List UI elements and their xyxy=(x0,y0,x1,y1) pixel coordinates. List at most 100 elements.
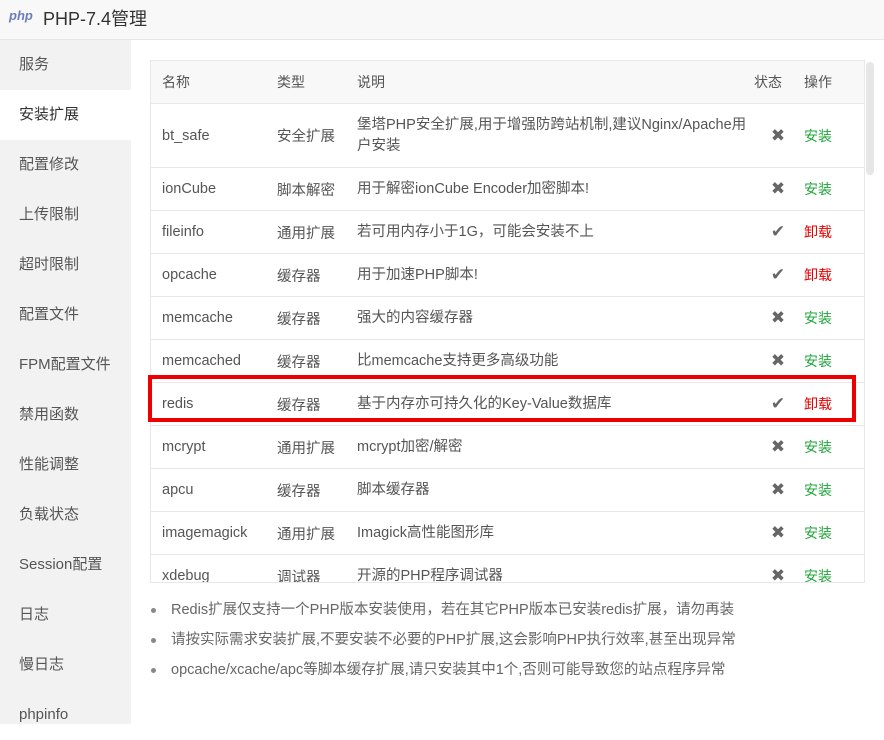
install-link[interactable]: 安装 xyxy=(804,128,832,144)
action-cell: 安装 xyxy=(804,339,864,383)
check-icon: ✔ xyxy=(770,265,786,284)
sidebar-item-timeout-limit[interactable]: 超时限制 xyxy=(0,240,131,290)
sidebar-item-fpm-config-file[interactable]: FPM配置文件 xyxy=(0,340,131,390)
sidebar-item-slow-logs[interactable]: 慢日志 xyxy=(0,640,131,690)
status-cell: ✖ xyxy=(752,511,804,555)
extension-type: 缓存器 xyxy=(277,253,357,297)
sidebar-item-config-file[interactable]: 配置文件 xyxy=(0,290,131,340)
status-cell: ✖ xyxy=(752,296,804,340)
cross-icon: ✖ xyxy=(770,179,786,198)
extension-type: 脚本解密 xyxy=(277,167,357,211)
install-link[interactable]: 安装 xyxy=(804,568,832,582)
note-item: 请按实际需求安装扩展,不要安装不必要的PHP扩展,这会影响PHP执行效率,甚至出… xyxy=(150,630,870,660)
table-scrollbar[interactable] xyxy=(866,62,874,175)
cross-icon: ✖ xyxy=(770,566,786,583)
table-row: bt_safe 安全扩展 堡塔PHP安全扩展,用于增强防跨站机制,建议Nginx/A… xyxy=(151,103,864,168)
title-bar: php PHP-7.4管理 xyxy=(0,0,884,40)
sidebar-item-service[interactable]: 服务 xyxy=(0,40,131,90)
sidebar-item-session-config[interactable]: Session配置 xyxy=(0,540,131,590)
sidebar-item-upload-limit[interactable]: 上传限制 xyxy=(0,190,131,240)
check-icon: ✔ xyxy=(770,394,786,413)
extension-description: 基于内存亦可持久化的Key-Value数据库 xyxy=(357,382,752,426)
action-cell: 卸载 xyxy=(804,210,864,254)
status-cell: ✖ xyxy=(752,339,804,383)
status-cell: ✖ xyxy=(752,103,804,168)
extension-name: opcache xyxy=(151,253,277,297)
extension-description: Imagick高性能图形库 xyxy=(357,511,752,555)
table-row: mcrypt 通用扩展 mcrypt加密/解密 ✖ 安装 xyxy=(151,425,864,469)
extension-name: memcached xyxy=(151,339,277,383)
sidebar-item-performance-tuning[interactable]: 性能调整 xyxy=(0,440,131,490)
extension-name: imagemagick xyxy=(151,511,277,555)
header-type: 类型 xyxy=(277,61,357,104)
extension-description: 脚本缓存器 xyxy=(357,468,752,512)
install-link[interactable]: 安装 xyxy=(804,310,832,326)
extension-description: mcrypt加密/解密 xyxy=(357,425,752,469)
table-row: memcached 缓存器 比memcache支持更多高级功能 ✖ 安装 xyxy=(151,339,864,383)
sidebar-item-phpinfo[interactable]: phpinfo xyxy=(0,690,131,740)
sidebar-item-config-edit[interactable]: 配置修改 xyxy=(0,140,131,190)
install-link[interactable]: 安装 xyxy=(804,525,832,541)
action-cell: 安装 xyxy=(804,425,864,469)
extension-type: 缓存器 xyxy=(277,296,357,340)
sidebar-item-disabled-functions[interactable]: 禁用函数 xyxy=(0,390,131,440)
header-action: 操作 xyxy=(804,61,864,104)
uninstall-link[interactable]: 卸载 xyxy=(804,396,832,412)
header-name: 名称 xyxy=(151,61,277,104)
sidebar-item-install-extensions[interactable]: 安装扩展 xyxy=(0,90,131,140)
cross-icon: ✖ xyxy=(770,308,786,327)
extensions-table: 名称 类型 说明 状态 操作 bt_safe 安全扩展 堡塔PHP安全扩展,用于增强… xyxy=(151,61,864,583)
action-cell: 卸载 xyxy=(804,253,864,297)
cross-icon: ✖ xyxy=(770,125,786,145)
action-cell: 卸载 xyxy=(804,382,864,426)
extension-name: apcu xyxy=(151,468,277,512)
install-link[interactable]: 安装 xyxy=(804,439,832,455)
status-cell: ✔ xyxy=(752,210,804,254)
extension-type: 通用扩展 xyxy=(277,511,357,555)
header-status: 状态 xyxy=(752,61,804,104)
status-cell: ✖ xyxy=(752,167,804,211)
table-row: imagemagick 通用扩展 Imagick高性能图形库 ✖ 安装 xyxy=(151,511,864,555)
table-row: apcu 缓存器 脚本缓存器 ✖ 安装 xyxy=(151,468,864,512)
install-link[interactable]: 安装 xyxy=(804,353,832,369)
sidebar-item-load-status[interactable]: 负载状态 xyxy=(0,490,131,540)
action-cell: 安装 xyxy=(804,103,864,168)
action-cell: 安装 xyxy=(804,554,864,582)
uninstall-link[interactable]: 卸载 xyxy=(804,224,832,240)
php-logo-icon: php xyxy=(9,8,33,23)
sidebar-item-logs[interactable]: 日志 xyxy=(0,590,131,640)
extension-type: 通用扩展 xyxy=(277,425,357,469)
extension-description: 开源的PHP程序调试器 xyxy=(357,554,752,582)
window-title: PHP-7.4管理 xyxy=(43,9,148,29)
table-row: fileinfo 通用扩展 若可用内存小于1G，可能会安装不上 ✔ 卸载 xyxy=(151,210,864,254)
action-cell: 安装 xyxy=(804,511,864,555)
extension-type: 安全扩展 xyxy=(277,103,357,168)
table-row: opcache 缓存器 用于加速PHP脚本! ✔ 卸载 xyxy=(151,253,864,297)
status-cell: ✖ xyxy=(752,468,804,512)
table-row: xdebug 调试器 开源的PHP程序调试器 ✖ 安装 xyxy=(151,554,864,583)
extension-type: 通用扩展 xyxy=(277,210,357,254)
extension-description: 若可用内存小于1G，可能会安装不上 xyxy=(357,210,752,254)
note-item: opcache/xcache/apc等脚本缓存扩展,请只安装其中1个,否则可能导… xyxy=(150,660,870,690)
table-row: redis 缓存器 基于内存亦可持久化的Key-Value数据库 ✔ 卸载 xyxy=(151,382,864,426)
uninstall-link[interactable]: 卸载 xyxy=(804,267,832,283)
install-link[interactable]: 安装 xyxy=(804,181,832,197)
extension-name: bt_safe xyxy=(151,103,277,168)
table-row: ionCube 脚本解密 用于解密ionCube Encoder加密脚本! ✖ 安装 xyxy=(151,167,864,211)
status-cell: ✔ xyxy=(752,253,804,297)
extension-description: 强大的内容缓存器 xyxy=(357,296,752,340)
status-cell: ✖ xyxy=(752,554,804,583)
extension-type: 缓存器 xyxy=(277,382,357,426)
extensions-table-container[interactable]: 名称 类型 说明 状态 操作 bt_safe 安全扩展 堡塔PHP安全扩展,用于增强… xyxy=(150,60,865,583)
extension-name: xdebug xyxy=(151,554,277,582)
sidebar: 服务 安装扩展 配置修改 上传限制 超时限制 配置文件 FPM配置文件 禁用函数… xyxy=(0,40,131,724)
extension-name: mcrypt xyxy=(151,425,277,469)
action-cell: 安装 xyxy=(804,296,864,340)
extension-type: 调试器 xyxy=(277,554,357,582)
action-cell: 安装 xyxy=(804,167,864,211)
table-header-row: 名称 类型 说明 状态 操作 xyxy=(151,61,864,104)
status-cell: ✖ xyxy=(752,425,804,469)
note-item: Redis扩展仅支持一个PHP版本安装使用，若在其它PHP版本已安装redis扩… xyxy=(150,600,870,630)
extension-name: memcache xyxy=(151,296,277,340)
install-link[interactable]: 安装 xyxy=(804,482,832,498)
